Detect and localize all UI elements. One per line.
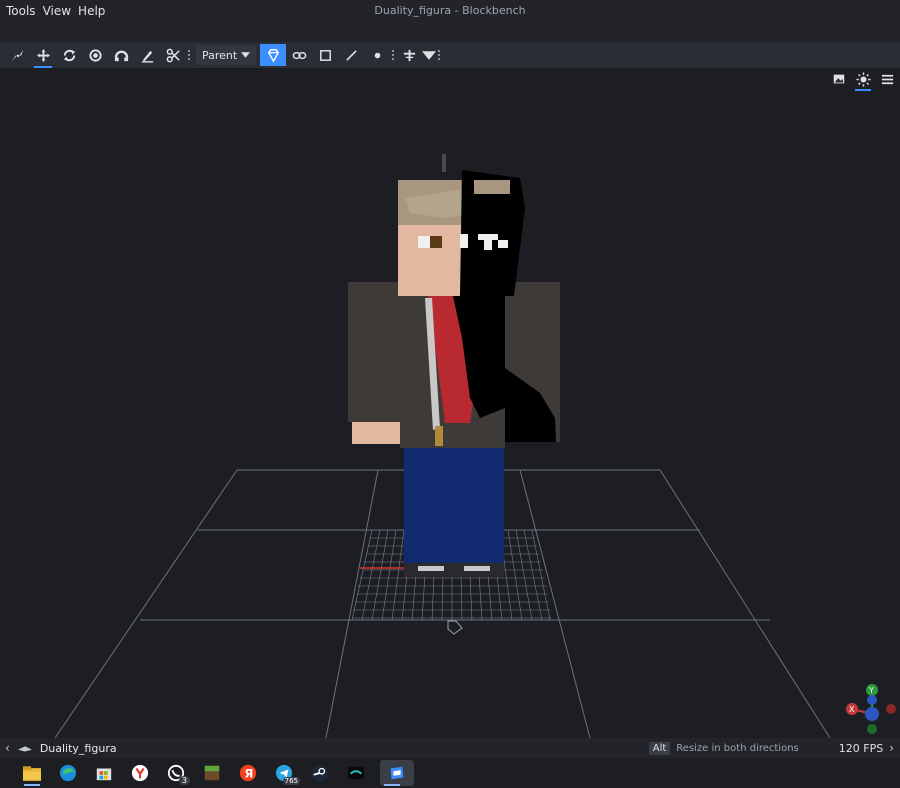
transform-tool-icon[interactable] [30, 44, 56, 68]
telegram-icon[interactable]: 765 [272, 760, 300, 786]
title-bar: Tools View Help Duality_figura - Blockbe… [0, 0, 900, 22]
toolbar-separator [436, 50, 442, 60]
line-select-icon[interactable] [338, 44, 364, 66]
title-bar-spacer [0, 22, 900, 42]
link-icon[interactable] [286, 44, 312, 66]
chevron-down-icon[interactable] [422, 44, 437, 66]
whatsapp-icon[interactable]: 3 [164, 760, 190, 786]
knife-tool-icon[interactable] [160, 44, 186, 66]
3d-viewport[interactable]: Y X [0, 68, 900, 738]
window-title: Duality_figura - Blockbench [374, 4, 526, 17]
vertex-snap-tool-icon[interactable] [108, 44, 134, 66]
status-bar: ‹ Duality_figura Alt Resize in both dire… [0, 738, 900, 758]
pivot-mode-label: Parent [202, 48, 238, 62]
file-explorer-icon[interactable] [20, 760, 44, 786]
modifier-key-badge: Alt [648, 741, 671, 755]
left-hand [352, 422, 400, 444]
telegram-badge: 765 [282, 777, 300, 785]
ubisoft-icon[interactable] [344, 760, 368, 786]
toolbar: Parent [0, 42, 900, 68]
rotate-tool-icon[interactable] [56, 44, 82, 66]
north-marker-icon [447, 620, 463, 635]
whatsapp-badge: 3 [178, 776, 190, 785]
move-tool-icon[interactable] [4, 44, 30, 66]
chevron-left-icon[interactable]: ‹ [5, 741, 10, 755]
square-select-icon[interactable] [312, 44, 338, 66]
pivot-mode-dropdown[interactable]: Parent [196, 45, 257, 65]
blockbench-icon[interactable] [380, 760, 414, 786]
menu-view[interactable]: View [43, 4, 78, 18]
scene-canvas: Y X [54, 154, 896, 738]
steam-icon[interactable] [308, 760, 332, 786]
point-select-icon[interactable] [364, 44, 390, 66]
left-arm [348, 282, 404, 422]
modifier-hint: Resize in both directions [676, 742, 799, 754]
yandex-browser-icon[interactable] [128, 760, 152, 786]
menu-bar: Tools View Help [0, 4, 112, 18]
taskbar: 3 Я 765 [0, 758, 900, 788]
snap-mode-icon[interactable] [396, 44, 422, 66]
gem-toggle-icon[interactable] [260, 44, 287, 66]
axis-gizmo: Y X [846, 684, 896, 734]
minecraft-icon[interactable] [200, 760, 224, 786]
paint-tool-icon[interactable] [134, 44, 160, 66]
menu-tools[interactable]: Tools [6, 4, 43, 18]
toolbar-separator [186, 50, 192, 60]
pivot-tool-icon[interactable] [82, 44, 108, 66]
menu-help[interactable]: Help [78, 4, 112, 18]
chevron-down-icon [241, 52, 251, 58]
legs [404, 448, 504, 563]
model-icon [17, 746, 32, 752]
microsoft-store-icon[interactable] [92, 760, 116, 786]
project-name[interactable]: Duality_figura [40, 742, 117, 755]
chevron-right-icon[interactable]: › [889, 741, 894, 755]
svg-text:Y: Y [868, 686, 874, 695]
svg-text:X: X [849, 705, 855, 714]
svg-text:Я: Я [244, 767, 253, 781]
edge-icon[interactable] [56, 760, 80, 786]
character-model [348, 154, 560, 577]
fps-counter: 120 FPS [838, 741, 884, 755]
yandex-icon[interactable]: Я [236, 760, 260, 786]
